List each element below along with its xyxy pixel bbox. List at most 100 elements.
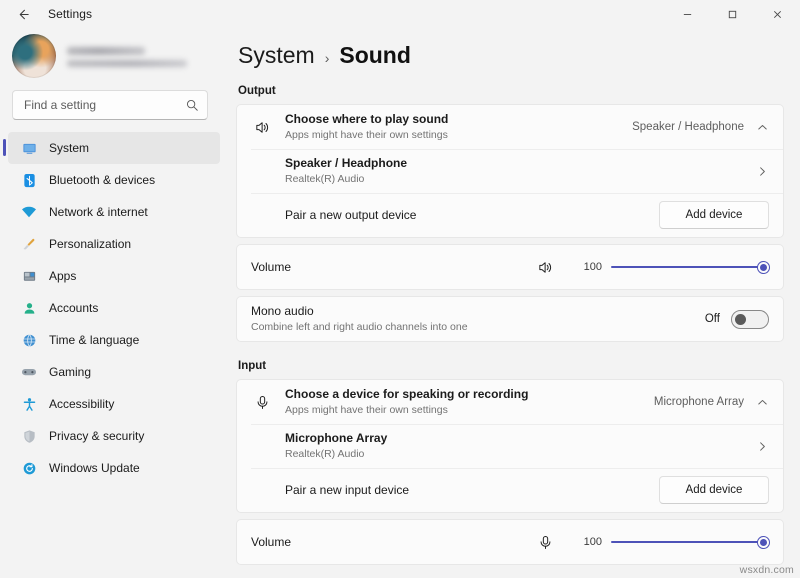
close-button[interactable] — [755, 0, 800, 28]
input-device-title: Microphone Array — [285, 431, 756, 446]
maximize-button[interactable] — [710, 0, 755, 28]
content-pane: System › Sound Output Choose — [228, 28, 800, 578]
globe-icon — [21, 332, 37, 348]
sidebar-item-gaming[interactable]: Gaming — [8, 356, 220, 388]
sidebar-item-system[interactable]: System — [8, 132, 220, 164]
account-text — [67, 45, 187, 67]
sidebar-item-label: Personalization — [49, 237, 131, 251]
choose-input-right: Microphone Array — [654, 396, 769, 409]
input-section-label: Input — [238, 360, 784, 372]
choose-output-row[interactable]: Choose where to play sound Apps might ha… — [237, 105, 783, 149]
output-volume-slider[interactable] — [611, 260, 769, 274]
input-device-row[interactable]: Microphone Array Realtek(R) Audio — [237, 424, 783, 468]
choose-input-row[interactable]: Choose a device for speaking or recordin… — [237, 380, 783, 424]
window-title: Settings — [48, 7, 92, 21]
sidebar-item-label: System — [49, 141, 89, 155]
sidebar-item-bluetooth-devices[interactable]: Bluetooth & devices — [8, 164, 220, 196]
slider-track — [611, 266, 769, 269]
pair-input-text: Pair a new input device — [285, 483, 659, 498]
choose-input-value: Microphone Array — [654, 396, 744, 408]
mono-audio-right: Off — [705, 310, 769, 329]
sidebar-item-time-language[interactable]: Time & language — [8, 324, 220, 356]
search-box[interactable] — [12, 90, 208, 120]
mono-audio-toggle[interactable] — [731, 310, 769, 329]
account-header[interactable] — [0, 28, 220, 88]
mono-audio-subtitle: Combine left and right audio channels in… — [251, 321, 705, 334]
mono-audio-text: Mono audio Combine left and right audio … — [251, 304, 705, 334]
chevron-up-icon[interactable] — [756, 121, 769, 134]
output-device-text: Speaker / Headphone Realtek(R) Audio — [285, 156, 756, 186]
chevron-up-icon[interactable] — [756, 396, 769, 409]
sidebar-item-accessibility[interactable]: Accessibility — [8, 388, 220, 420]
search-input[interactable] — [24, 98, 185, 112]
watermark: wsxdn.com — [740, 564, 794, 576]
add-output-device-button[interactable]: Add device — [659, 201, 769, 229]
sidebar-item-privacy-security[interactable]: Privacy & security — [8, 420, 220, 452]
microphone-icon — [251, 394, 273, 411]
apps-icon — [21, 268, 37, 284]
choose-output-right: Speaker / Headphone — [632, 121, 769, 134]
choose-input-subtitle: Apps might have their own settings — [285, 404, 654, 417]
mono-audio-card: Mono audio Combine left and right audio … — [236, 296, 784, 342]
sidebar-item-accounts[interactable]: Accounts — [8, 292, 220, 324]
input-volume-right: 100 — [534, 534, 769, 551]
breadcrumb: System › Sound — [236, 42, 784, 69]
output-volume-title: Volume — [251, 260, 534, 275]
output-device-subtitle: Realtek(R) Audio — [285, 173, 756, 186]
output-device-title: Speaker / Headphone — [285, 156, 756, 171]
shield-icon — [21, 428, 37, 444]
avatar — [12, 34, 56, 78]
choose-output-subtitle: Apps might have their own settings — [285, 129, 632, 142]
account-name-redacted — [67, 47, 145, 55]
breadcrumb-parent[interactable]: System — [238, 42, 315, 69]
input-volume-slider-wrap: 100 — [580, 535, 769, 549]
input-volume-row[interactable]: Volume 100 — [237, 520, 783, 564]
window-controls — [665, 0, 800, 28]
sidebar-item-apps[interactable]: Apps — [8, 260, 220, 292]
speaker-icon — [251, 119, 273, 136]
pair-output-row: Pair a new output device Add device — [237, 193, 783, 237]
input-device-subtitle: Realtek(R) Audio — [285, 448, 756, 461]
choose-output-value: Speaker / Headphone — [632, 121, 744, 133]
output-device-right — [756, 165, 769, 178]
choose-output-text: Choose where to play sound Apps might ha… — [285, 112, 632, 142]
chevron-right-icon[interactable] — [756, 165, 769, 178]
add-input-device-button[interactable]: Add device — [659, 476, 769, 504]
sidebar: System Bluetooth & devices Network & int… — [0, 28, 228, 578]
choose-input-text: Choose a device for speaking or recordin… — [285, 387, 654, 417]
minimize-button[interactable] — [665, 0, 710, 28]
chevron-right-icon[interactable] — [756, 440, 769, 453]
account-email-redacted — [67, 60, 187, 67]
bluetooth-icon — [21, 172, 37, 188]
input-volume-slider[interactable] — [611, 535, 769, 549]
slider-track — [611, 541, 769, 544]
output-volume-row[interactable]: Volume 100 — [237, 245, 783, 289]
pair-input-right: Add device — [659, 476, 769, 504]
choose-input-title: Choose a device for speaking or recordin… — [285, 387, 654, 402]
microphone-icon — [534, 534, 556, 551]
slider-thumb[interactable] — [758, 537, 769, 548]
slider-thumb[interactable] — [758, 262, 769, 273]
mono-audio-state: Off — [705, 313, 720, 325]
sidebar-item-network-internet[interactable]: Network & internet — [8, 196, 220, 228]
pair-output-text: Pair a new output device — [285, 208, 659, 223]
output-device-card: Choose where to play sound Apps might ha… — [236, 104, 784, 238]
output-device-row[interactable]: Speaker / Headphone Realtek(R) Audio — [237, 149, 783, 193]
back-button[interactable] — [8, 1, 38, 27]
pair-input-title: Pair a new input device — [285, 483, 659, 498]
toggle-knob — [735, 314, 746, 325]
title-bar: Settings — [0, 0, 800, 28]
window-body: System Bluetooth & devices Network & int… — [0, 28, 800, 578]
output-volume-value: 100 — [580, 261, 602, 273]
input-device-right — [756, 440, 769, 453]
sidebar-item-label: Gaming — [49, 365, 91, 379]
wifi-icon — [21, 204, 37, 220]
sidebar-item-personalization[interactable]: Personalization — [8, 228, 220, 260]
choose-output-title: Choose where to play sound — [285, 112, 632, 127]
breadcrumb-separator: › — [325, 50, 330, 66]
settings-window: Settings — [0, 0, 800, 578]
sidebar-item-windows-update[interactable]: Windows Update — [8, 452, 220, 484]
sidebar-item-label: Time & language — [49, 333, 139, 347]
input-volume-value: 100 — [580, 536, 602, 548]
mono-audio-row[interactable]: Mono audio Combine left and right audio … — [237, 297, 783, 341]
